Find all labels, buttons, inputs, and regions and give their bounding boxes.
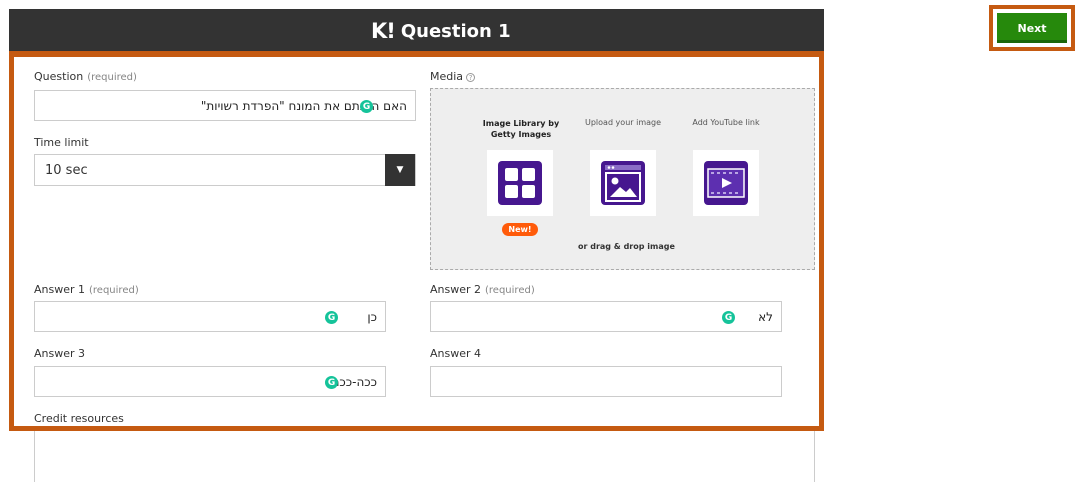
header-bar: K! Question 1 [9,9,824,51]
kahoot-logo: K! [371,19,396,43]
next-button[interactable]: Next [997,13,1067,43]
credit-resources-input[interactable] [34,430,815,482]
question-title: Question 1 [400,20,511,42]
page-title: K! Question 1 [371,19,511,43]
editor-highlight-frame [9,51,824,431]
page: K! Question 1 Next Question (required) הא… [0,0,1083,482]
next-button-highlight: Next [989,5,1075,51]
